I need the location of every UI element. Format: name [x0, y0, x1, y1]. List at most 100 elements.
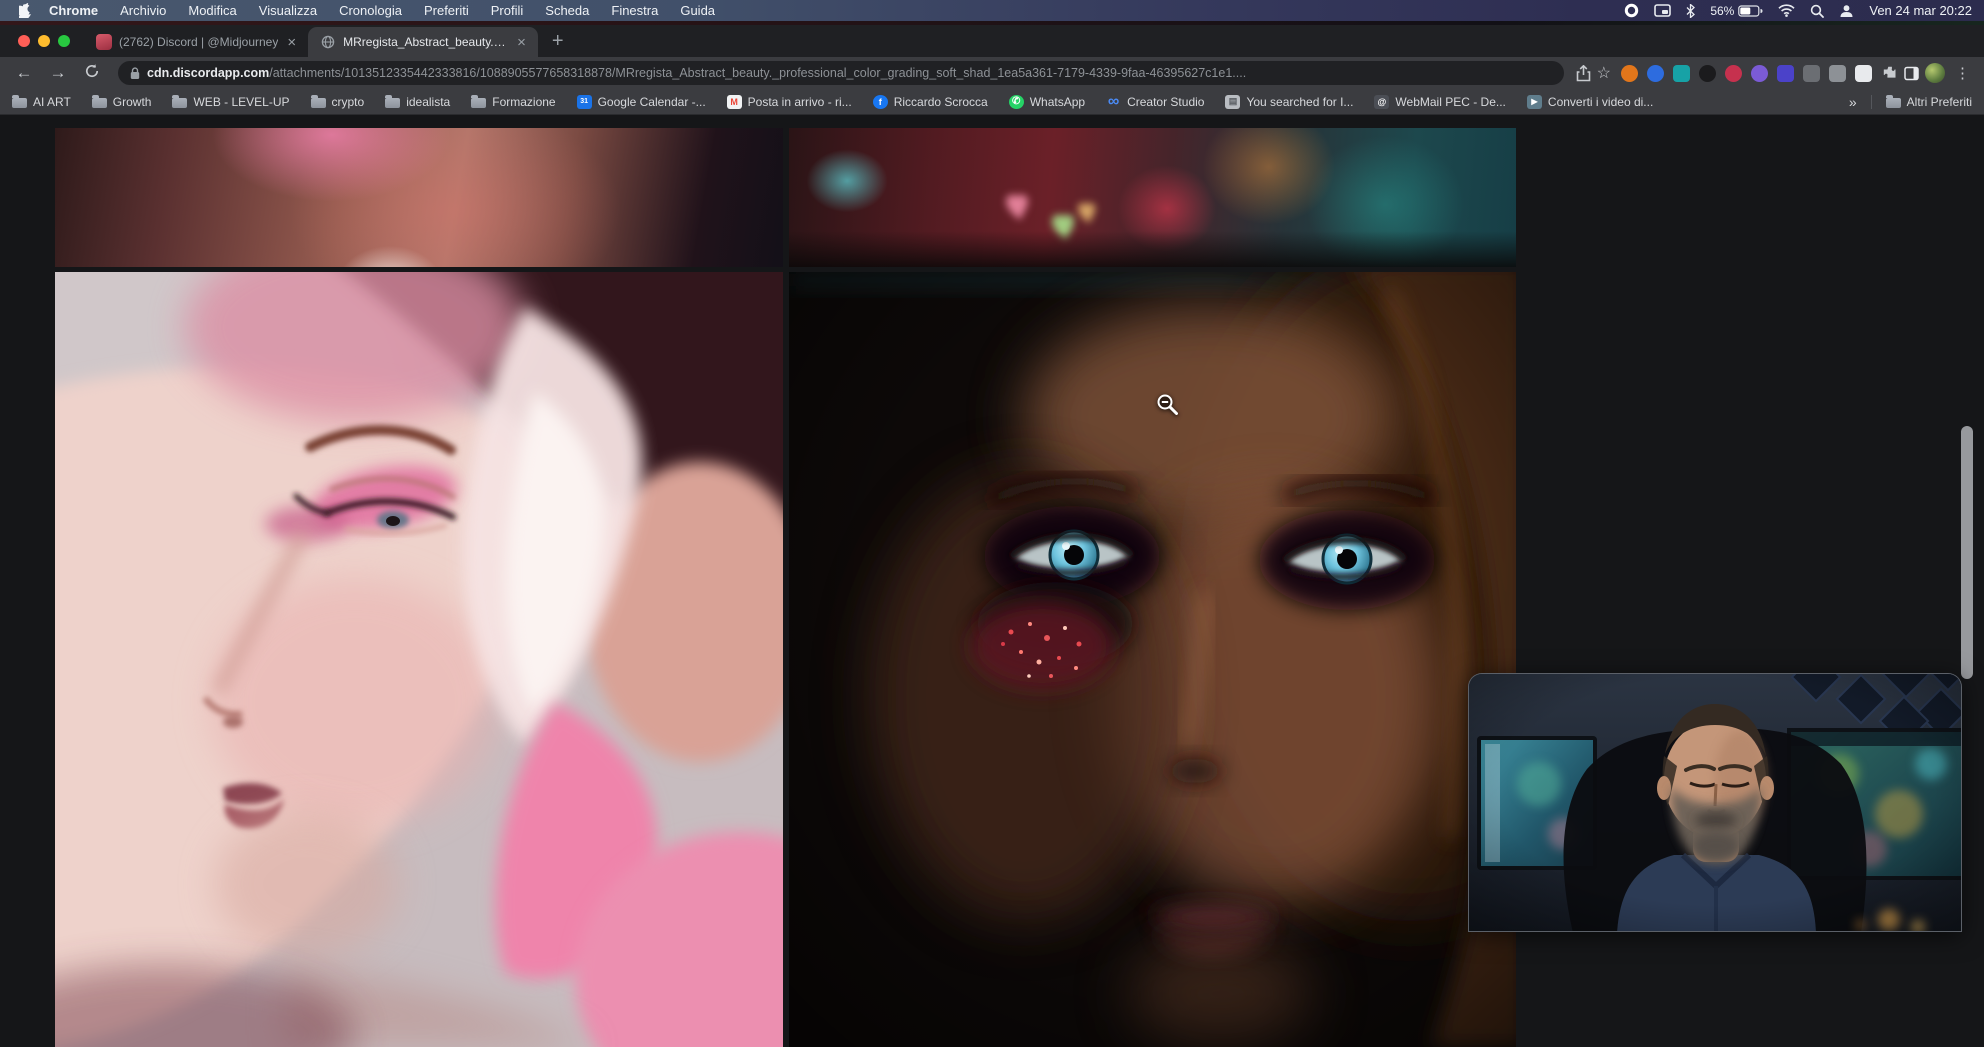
bookmark-favicon	[471, 98, 486, 108]
bookmark-favicon	[92, 98, 107, 108]
bookmark-label: Riccardo Scrocca	[894, 95, 988, 109]
extension-icon[interactable]	[1647, 65, 1664, 82]
tab-image-attachment[interactable]: MRregista_Abstract_beauty._… ×	[308, 27, 538, 57]
bookmark-favicon: M	[727, 95, 742, 109]
bookmark-item[interactable]: M Posta in arrivo - ri...	[727, 95, 852, 109]
bookmark-label: WebMail PEC - De...	[1395, 95, 1505, 109]
bookmark-favicon	[172, 98, 187, 108]
bookmark-item[interactable]: crypto	[311, 95, 365, 109]
bookmark-item[interactable]: Formazione	[471, 95, 555, 109]
user-switch-icon[interactable]	[1839, 4, 1854, 18]
side-panel-icon[interactable]	[1904, 66, 1919, 81]
wifi-icon[interactable]	[1778, 4, 1795, 17]
menubar-clock[interactable]: Ven 24 mar 20:22	[1869, 3, 1972, 18]
bookmark-item[interactable]: @ WebMail PEC - De...	[1374, 95, 1505, 109]
bookmark-label: crypto	[332, 95, 365, 109]
spotlight-search-icon[interactable]	[1810, 4, 1824, 18]
bookmark-favicon: f	[873, 95, 888, 109]
tab-discord[interactable]: (2762) Discord | @Midjourney ×	[84, 27, 308, 57]
bookmark-item[interactable]: WEB - LEVEL-UP	[172, 95, 289, 109]
bookmark-item[interactable]: ▤ You searched for I...	[1225, 95, 1353, 109]
menu-item[interactable]: Archivio	[109, 3, 177, 18]
new-tab-button[interactable]: +	[538, 30, 578, 57]
page-scrollbar-thumb[interactable]	[1961, 426, 1973, 679]
record-status-icon[interactable]	[1624, 3, 1639, 18]
profile-avatar[interactable]	[1925, 63, 1945, 83]
zoom-out-cursor-icon	[1156, 393, 1180, 422]
macos-menu-bar: Chrome ArchivioModificaVisualizzaCronolo…	[0, 0, 1984, 21]
menu-item[interactable]: Finestra	[600, 3, 669, 18]
chrome-tab-strip: (2762) Discord | @Midjourney × MRregista…	[0, 25, 1984, 57]
midjourney-grid-image-top-right[interactable]	[789, 128, 1516, 267]
bookmarks-overflow-chevron[interactable]: »	[1849, 94, 1857, 110]
extension-icon[interactable]	[1803, 65, 1820, 82]
bookmark-favicon: ▶	[1527, 95, 1542, 109]
bookmark-favicon: ▤	[1225, 95, 1240, 109]
bookmark-item[interactable]: f Riccardo Scrocca	[873, 95, 988, 109]
chrome-toolbar: ← → cdn.discordapp.com/attachments/10135…	[0, 57, 1984, 89]
menu-item[interactable]: Cronologia	[328, 3, 413, 18]
bookmark-label: Google Calendar -...	[598, 95, 706, 109]
zoom-window-button[interactable]	[58, 35, 70, 47]
bookmark-item[interactable]: ▶ Converti i video di...	[1527, 95, 1653, 109]
other-bookmarks-folder[interactable]: Altri Preferiti	[1886, 95, 1972, 109]
menu-item[interactable]: Guida	[669, 3, 726, 18]
bookmark-item[interactable]: ✆ WhatsApp	[1009, 95, 1085, 109]
bookmark-item[interactable]: ∞ Creator Studio	[1106, 95, 1204, 109]
bookmark-label: Converti i video di...	[1548, 95, 1653, 109]
extension-icon[interactable]	[1777, 65, 1794, 82]
bookmark-label: Formazione	[492, 95, 555, 109]
tab-close-icon[interactable]: ×	[285, 34, 298, 51]
other-bookmarks-label: Altri Preferiti	[1907, 95, 1972, 109]
reload-button[interactable]	[78, 63, 106, 84]
menu-item[interactable]: Preferiti	[413, 3, 480, 18]
extension-icon[interactable]	[1855, 65, 1872, 82]
extensions-row	[1617, 65, 1876, 82]
midjourney-image-face-pink[interactable]	[55, 272, 783, 1047]
bookmark-item[interactable]: 31 Google Calendar -...	[577, 95, 706, 109]
address-bar[interactable]: cdn.discordapp.com/attachments/101351233…	[118, 61, 1564, 85]
menu-item[interactable]: Visualizza	[248, 3, 328, 18]
apple-menu-icon[interactable]	[12, 3, 38, 18]
bookmark-star-icon[interactable]: ☆	[1597, 63, 1611, 83]
share-icon[interactable]	[1576, 65, 1591, 82]
tab-title: (2762) Discord | @Midjourney	[119, 35, 278, 49]
extension-icon[interactable]	[1829, 65, 1846, 82]
menu-item[interactable]: Modifica	[177, 3, 247, 18]
bookmark-favicon	[311, 98, 326, 108]
menu-item[interactable]: Scheda	[534, 3, 600, 18]
menu-item-app[interactable]: Chrome	[38, 3, 109, 18]
extensions-puzzle-icon[interactable]	[1882, 65, 1898, 81]
tab-close-icon[interactable]: ×	[515, 34, 528, 51]
display-mirroring-icon[interactable]	[1654, 4, 1671, 17]
extension-icon[interactable]	[1621, 65, 1638, 82]
midjourney-image-face-dark[interactable]	[789, 272, 1516, 1047]
bookmark-item[interactable]: idealista	[385, 95, 450, 109]
extension-icon[interactable]	[1751, 65, 1768, 82]
bluetooth-icon[interactable]	[1686, 4, 1695, 18]
extension-icon[interactable]	[1699, 65, 1716, 82]
forward-button[interactable]: →	[44, 63, 72, 83]
bookmark-favicon: ✆	[1009, 95, 1024, 109]
bookmark-favicon: @	[1374, 95, 1389, 109]
midjourney-grid-image-top-left[interactable]	[55, 128, 783, 267]
chrome-menu-icon[interactable]: ⋮	[1951, 64, 1974, 82]
tab-title: MRregista_Abstract_beauty._…	[343, 35, 508, 49]
image-bottom-fade	[789, 231, 1516, 267]
extension-icon[interactable]	[1725, 65, 1742, 82]
bookmark-label: Posta in arrivo - ri...	[748, 95, 852, 109]
globe-favicon	[320, 34, 336, 50]
close-window-button[interactable]	[18, 35, 30, 47]
url-text: cdn.discordapp.com/attachments/101351233…	[147, 66, 1246, 80]
discord-favicon	[96, 34, 112, 50]
back-button[interactable]: ←	[10, 63, 38, 83]
bookmark-label: idealista	[406, 95, 450, 109]
battery-indicator[interactable]: 56%	[1710, 4, 1763, 18]
minimize-window-button[interactable]	[38, 35, 50, 47]
bookmark-label: Creator Studio	[1127, 95, 1204, 109]
menu-item[interactable]: Profili	[480, 3, 535, 18]
bookmark-item[interactable]: AI ART	[12, 95, 71, 109]
extension-icon[interactable]	[1673, 65, 1690, 82]
folder-icon	[1886, 98, 1901, 108]
bookmark-item[interactable]: Growth	[92, 95, 152, 109]
